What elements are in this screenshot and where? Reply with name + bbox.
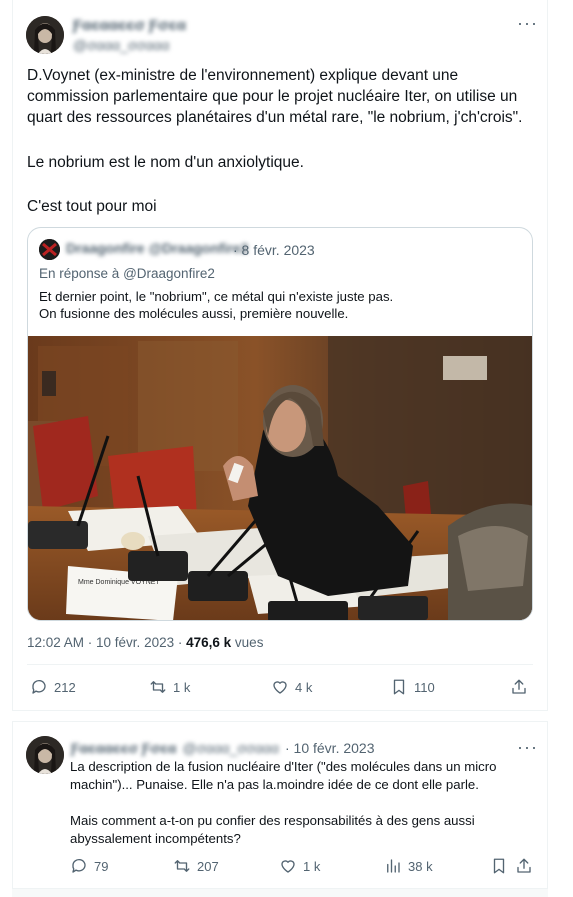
retweet-button[interactable]: 207 <box>173 857 219 875</box>
reply-prefix: En réponse à <box>39 266 120 281</box>
views-button[interactable]: 38 k <box>384 857 433 875</box>
share-button[interactable] <box>515 857 533 875</box>
share-icon <box>517 858 531 873</box>
tweet-actions: 212 1 k 4 k 110 <box>13 678 547 700</box>
quote-date[interactable]: · 8 févr. 2023 <box>233 242 315 258</box>
divider <box>27 664 533 665</box>
bookmark-icon <box>493 858 505 874</box>
reply-text-paragraph: Mais comment a-t-on pu confier des respo… <box>70 813 475 846</box>
views-count: 38 k <box>408 858 433 874</box>
reply-tweet-header: Ƒαєααєєσ Ƒσєα @σααα_σσααα · 10 févr. 202… <box>71 740 375 756</box>
bookmark-button[interactable] <box>490 857 508 875</box>
views-count: 476,6 k <box>186 635 232 650</box>
analytics-icon <box>387 859 400 873</box>
timeline-divider <box>12 889 548 897</box>
bookmark-count: 110 <box>414 679 435 695</box>
quote-text-line: On fusionne des molécules aussi, premièr… <box>39 306 349 321</box>
author-name[interactable]: Ƒαєααєєσ Ƒσєα <box>73 17 186 34</box>
retweet-count: 1 k <box>173 679 191 695</box>
reply-count: 79 <box>94 858 109 874</box>
reply-text: La description de la fusion nucléaire d'… <box>70 758 525 848</box>
more-icon[interactable]: ··· <box>517 738 538 756</box>
reply-text-paragraph: La description de la fusion nucléaire d'… <box>70 759 497 792</box>
quote-text: Et dernier point, le "nobrium", ce métal… <box>39 288 519 322</box>
bookmark-icon <box>393 679 405 695</box>
reply-tweet[interactable]: Ƒαєααєєσ Ƒσєα @σααα_σσααα · 10 févr. 202… <box>12 721 548 889</box>
author-handle[interactable]: @σααα_σσααα <box>73 37 186 53</box>
quote-author-name[interactable]: Draagonfire @Draagonfire2 <box>66 240 248 256</box>
like-button[interactable]: 1 k <box>279 857 320 875</box>
tweet-meta: 12:02 AM · 10 févr. 2023 · 476,6 k vues <box>27 635 263 650</box>
author-name[interactable]: Ƒαєααєєσ Ƒσєα <box>71 740 177 756</box>
author-handle[interactable]: @σααα_σσααα <box>183 740 279 756</box>
quote-reply-to: En réponse à @Draagonfire2 <box>39 266 215 281</box>
quote-text-line: Et dernier point, le "nobrium", ce métal… <box>39 289 394 304</box>
more-icon[interactable]: ··· <box>517 14 538 32</box>
reply-date[interactable]: · 10 févr. 2023 <box>285 740 375 756</box>
retweet-button[interactable]: 1 k <box>149 678 190 696</box>
like-count: 1 k <box>303 858 321 874</box>
heart-icon <box>273 681 287 694</box>
reply-button[interactable]: 212 <box>30 678 76 696</box>
tweet-text-2: Le nobrium est le nom d'un anxiolytique. <box>27 154 304 171</box>
main-tweet: Ƒαєααєєσ Ƒσєα @σααα_σσααα ··· D.Voynet (… <box>12 0 548 711</box>
reply-icon <box>32 679 46 694</box>
retweet-icon <box>174 860 190 872</box>
like-count: 4 k <box>295 679 313 695</box>
author-avatar[interactable] <box>26 736 64 774</box>
reply-count: 212 <box>54 679 76 695</box>
retweet-count: 207 <box>197 858 219 874</box>
author-avatar[interactable] <box>26 16 64 54</box>
retweet-icon <box>150 681 166 693</box>
quote-avatar[interactable] <box>39 239 60 260</box>
views-label: vues <box>234 635 264 650</box>
tweet-time[interactable]: 12:02 AM · 10 févr. 2023 · <box>27 635 182 650</box>
tweet-text-1: D.Voynet (ex-ministre de l'environnement… <box>27 67 523 126</box>
heart-icon <box>281 860 295 873</box>
tweet-text-3: C'est tout pour moi <box>27 198 157 215</box>
bookmark-button[interactable]: 110 <box>390 678 435 696</box>
reply-handle[interactable]: @Draagonfire2 <box>123 266 215 281</box>
quote-photo[interactable]: Mme Dominique VOYNET <box>28 336 532 620</box>
reply-actions: 79 207 1 k 38 k <box>13 857 547 879</box>
like-button[interactable]: 4 k <box>271 678 312 696</box>
share-button[interactable] <box>510 678 528 696</box>
reply-button[interactable]: 79 <box>70 857 108 875</box>
share-icon <box>512 679 526 694</box>
reply-icon <box>72 858 86 873</box>
quoted-tweet[interactable]: Draagonfire @Draagonfire2 · 8 févr. 2023… <box>27 227 533 621</box>
